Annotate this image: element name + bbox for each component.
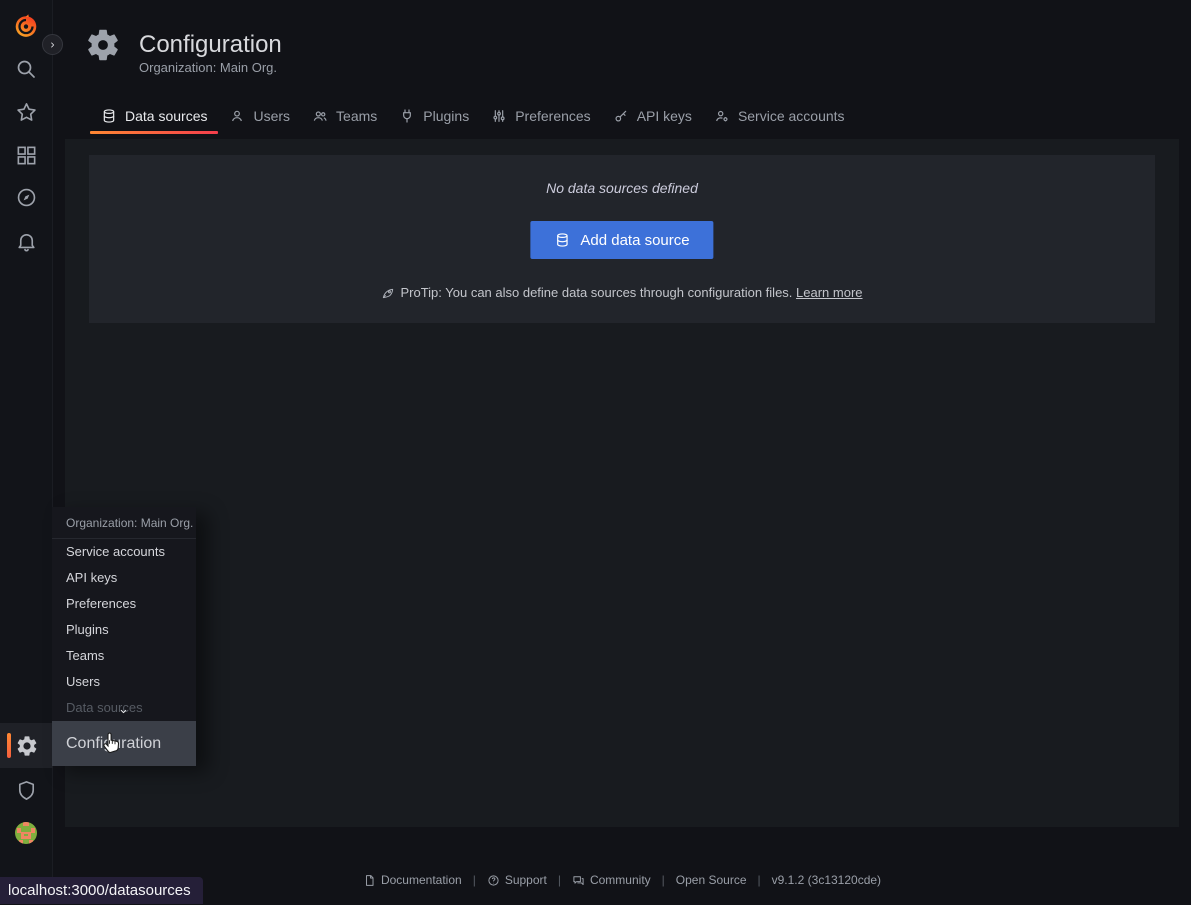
question-circle-icon	[487, 874, 500, 887]
popup-item-configuration-root[interactable]: Configuration	[52, 721, 196, 766]
footer-support-link[interactable]: Support	[487, 873, 547, 887]
starred-icon[interactable]	[13, 99, 39, 125]
footer-community-link[interactable]: Community	[572, 873, 651, 887]
footer: Documentation | Support | Community | Op…	[65, 873, 1179, 887]
status-url: localhost:3000/datasources	[8, 882, 191, 899]
empty-state-panel: No data sources defined Add data source …	[89, 155, 1155, 323]
tab-label: Service accounts	[738, 108, 845, 124]
database-icon	[554, 232, 570, 248]
popup-item-users[interactable]: Users	[52, 669, 196, 695]
add-data-source-label: Add data source	[580, 232, 689, 249]
tab-label: Teams	[336, 108, 377, 124]
tab-label: Plugins	[423, 108, 469, 124]
expand-sidebar-button[interactable]	[42, 34, 63, 55]
search-icon[interactable]	[13, 56, 39, 82]
tab-plugins[interactable]: Plugins	[388, 96, 480, 135]
footer-separator: |	[758, 873, 761, 887]
grafana-logo-icon[interactable]	[13, 13, 39, 39]
page-title: Configuration	[139, 31, 282, 59]
add-data-source-button[interactable]: Add data source	[530, 221, 713, 259]
protip-line: ProTip: You can also define data sources…	[89, 285, 1155, 300]
rocket-icon	[381, 286, 395, 300]
popup-item-plugins[interactable]: Plugins	[52, 617, 196, 643]
page-subtitle: Organization: Main Org.	[139, 60, 277, 75]
admin-shield-icon[interactable]	[13, 777, 39, 803]
configuration-popup-menu: Organization: Main Org. Service accounts…	[52, 507, 196, 766]
chevron-down-icon	[118, 707, 129, 716]
footer-support-label: Support	[505, 873, 547, 887]
protip-text: ProTip: You can also define data sources…	[400, 285, 792, 300]
dashboards-icon[interactable]	[13, 142, 39, 168]
popup-item-api-keys[interactable]: API keys	[52, 565, 196, 591]
config-tabbar: Data sources Users Teams Plugins Prefere…	[90, 96, 856, 135]
tab-users[interactable]: Users	[218, 96, 301, 135]
footer-open-source-link[interactable]: Open Source	[676, 873, 747, 887]
gear-icon	[14, 733, 40, 759]
learn-more-link[interactable]: Learn more	[796, 285, 862, 300]
page-content: No data sources defined Add data source …	[65, 139, 1179, 827]
popup-org-header: Organization: Main Org.	[52, 507, 196, 539]
popup-item-service-accounts[interactable]: Service accounts	[52, 539, 196, 565]
footer-version: v9.1.2 (3c13120cde)	[772, 873, 881, 887]
explore-compass-icon[interactable]	[13, 184, 39, 210]
document-icon	[363, 874, 376, 887]
page-gear-icon	[84, 26, 122, 64]
popup-item-preferences[interactable]: Preferences	[52, 591, 196, 617]
alerting-bell-icon[interactable]	[13, 228, 39, 254]
tab-api-keys[interactable]: API keys	[602, 96, 703, 135]
tab-label: Data sources	[125, 108, 207, 124]
tab-label: Preferences	[515, 108, 590, 124]
tab-label: API keys	[637, 108, 692, 124]
sidebar	[0, 0, 53, 904]
browser-status-bar: localhost:3000/datasources	[0, 877, 203, 904]
chat-icon	[572, 874, 585, 887]
footer-community-label: Community	[590, 873, 651, 887]
empty-state-message: No data sources defined	[89, 180, 1155, 196]
footer-separator: |	[558, 873, 561, 887]
tab-teams[interactable]: Teams	[301, 96, 388, 135]
footer-separator: |	[473, 873, 476, 887]
tab-label: Users	[253, 108, 290, 124]
active-indicator-bar	[7, 733, 11, 758]
user-avatar[interactable]	[13, 820, 39, 846]
sidebar-item-configuration[interactable]	[0, 723, 53, 768]
tab-preferences[interactable]: Preferences	[480, 96, 601, 135]
tab-data-sources[interactable]: Data sources	[90, 96, 218, 135]
popup-item-teams[interactable]: Teams	[52, 643, 196, 669]
footer-documentation-label: Documentation	[381, 873, 462, 887]
footer-documentation-link[interactable]: Documentation	[363, 873, 462, 887]
footer-separator: |	[662, 873, 665, 887]
tab-service-accounts[interactable]: Service accounts	[703, 96, 856, 135]
